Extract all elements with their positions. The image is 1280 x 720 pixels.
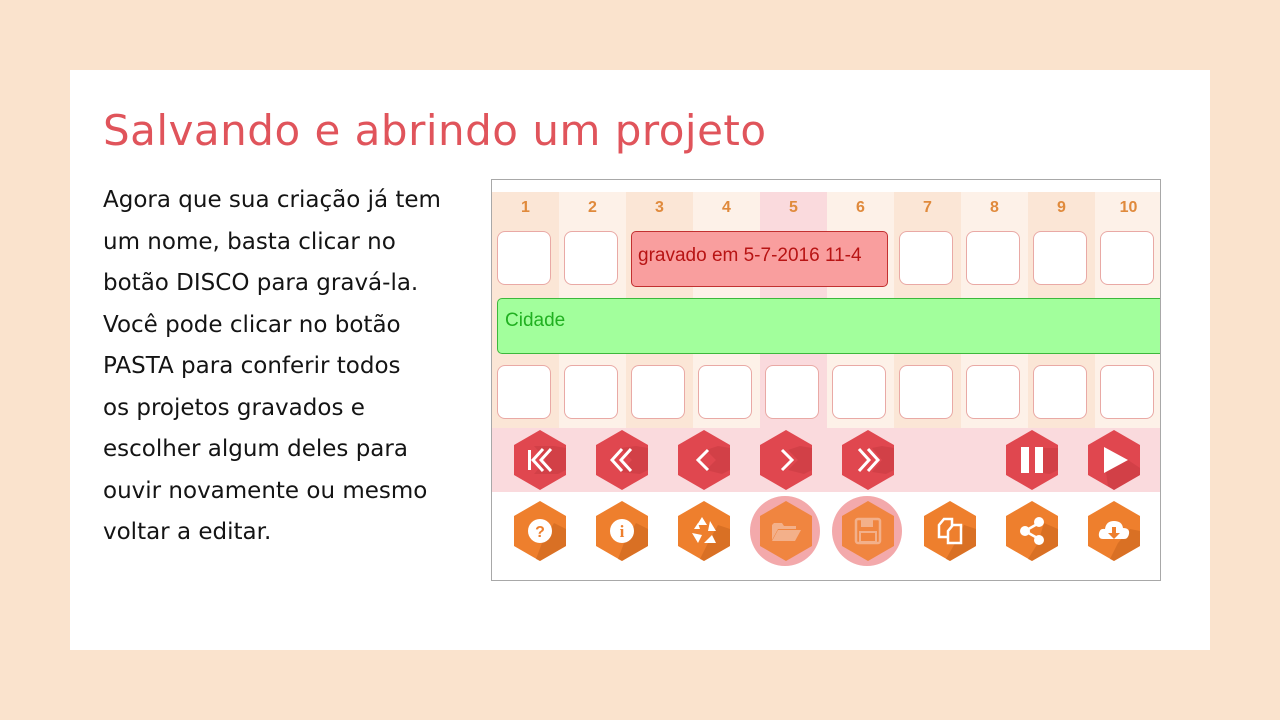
column-numbers: 1 2 3 4 5 6 7 8 9 10 xyxy=(492,192,1160,227)
sound-clip[interactable]: Cidade xyxy=(497,298,1160,354)
fast-forward-icon xyxy=(842,430,894,490)
track-slot[interactable] xyxy=(497,365,551,419)
column-number: 2 xyxy=(588,199,597,216)
svg-text:i: i xyxy=(620,522,625,541)
paragraph-line: ouvir novamente ou mesmo xyxy=(103,477,428,504)
track-slot[interactable] xyxy=(631,365,685,419)
paragraph-line: escolher algum deles para xyxy=(103,436,408,462)
disk-icon xyxy=(842,501,894,561)
recycle-icon xyxy=(678,501,730,561)
track-slot[interactable] xyxy=(765,365,819,419)
share-button[interactable] xyxy=(1004,499,1060,563)
track-slot[interactable] xyxy=(497,231,551,285)
paragraph-line: um nome, basta clicar no xyxy=(103,228,396,255)
track-slot[interactable] xyxy=(564,231,618,285)
track-slot[interactable] xyxy=(564,365,618,419)
column-number: 4 xyxy=(722,199,731,216)
track-slot[interactable] xyxy=(1033,231,1087,285)
next-button[interactable] xyxy=(758,428,814,492)
column-number: 10 xyxy=(1119,199,1138,216)
rewind-icon xyxy=(596,430,648,490)
info-button[interactable]: i xyxy=(594,499,650,563)
recycle-button[interactable] xyxy=(676,499,732,563)
track-slot[interactable] xyxy=(899,365,953,419)
paragraph-line: voltar a editar. xyxy=(103,519,272,545)
paragraph-line: PASTA para conferir todos xyxy=(103,353,401,379)
play-icon xyxy=(1088,430,1140,490)
folder-icon xyxy=(760,501,812,561)
cloud-download-button[interactable] xyxy=(1086,499,1142,563)
paragraph-line: botão DISCO para gravá-la. xyxy=(103,270,419,296)
paragraph-line: Você pode clicar no botão xyxy=(103,311,401,338)
info-icon: i xyxy=(596,501,648,561)
copy-button[interactable] xyxy=(922,499,978,563)
help-button[interactable]: ? xyxy=(512,499,568,563)
slide-title: Salvando e abrindo um projeto xyxy=(103,106,767,155)
disk-button[interactable] xyxy=(840,499,896,563)
column-number: 3 xyxy=(655,199,664,216)
track-slot[interactable] xyxy=(1100,231,1154,285)
transport-bar xyxy=(492,428,1160,492)
folder-button[interactable] xyxy=(758,499,814,563)
svg-text:?: ? xyxy=(535,524,545,541)
share-icon xyxy=(1006,501,1058,561)
skip-to-start-icon xyxy=(514,430,566,490)
track-slot[interactable] xyxy=(1100,365,1154,419)
column-number: 9 xyxy=(1057,199,1066,216)
column-number: 6 xyxy=(856,199,865,216)
column-number: 8 xyxy=(990,199,999,216)
track-slot[interactable] xyxy=(966,365,1020,419)
editor-screenshot: 1 2 3 4 5 6 7 8 9 10 gravado em 5-7-2016… xyxy=(491,179,1161,581)
track-slot[interactable] xyxy=(698,365,752,419)
previous-button[interactable] xyxy=(676,428,732,492)
column-number: 7 xyxy=(923,199,932,216)
next-icon xyxy=(760,430,812,490)
track-slot[interactable] xyxy=(832,365,886,419)
cloud-download-icon xyxy=(1088,501,1140,561)
help-icon: ? xyxy=(514,501,566,561)
recorded-clip[interactable]: gravado em 5-7-2016 11-4 xyxy=(631,231,888,287)
pause-icon xyxy=(1006,430,1058,490)
slide-paragraph: Agora que sua criação já tem um nome, ba… xyxy=(103,180,473,554)
previous-icon xyxy=(678,430,730,490)
pause-button[interactable] xyxy=(1004,428,1060,492)
column-number: 5 xyxy=(789,199,798,216)
fast-forward-button[interactable] xyxy=(840,428,896,492)
track-slot[interactable] xyxy=(966,231,1020,285)
paragraph-line: os projetos gravados e xyxy=(103,394,365,421)
track-slot[interactable] xyxy=(899,231,953,285)
skip-to-start-button[interactable] xyxy=(512,428,568,492)
paragraph-line: Agora que sua criação já tem xyxy=(103,187,441,213)
copy-icon xyxy=(924,501,976,561)
track-slot[interactable] xyxy=(1033,365,1087,419)
rewind-button[interactable] xyxy=(594,428,650,492)
column-number: 1 xyxy=(521,199,530,216)
play-button[interactable] xyxy=(1086,428,1142,492)
